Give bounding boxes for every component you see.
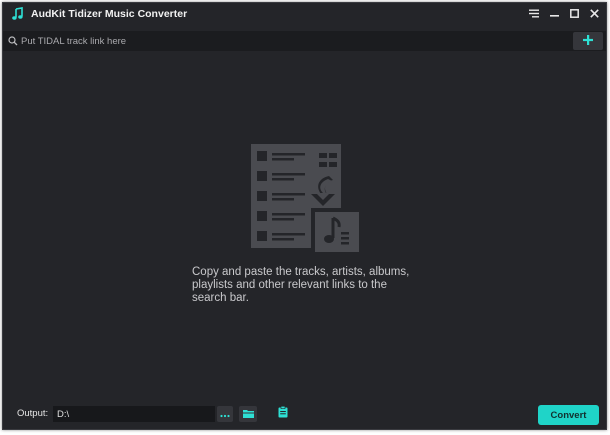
add-link-button[interactable] xyxy=(573,32,603,50)
window-controls xyxy=(524,3,604,25)
empty-state-hint: Copy and paste the tracks, artists, albu… xyxy=(192,266,410,304)
title-bar: AudKit Tidizer Music Converter xyxy=(3,3,606,25)
plus-icon xyxy=(583,32,593,50)
output-path-field[interactable] xyxy=(53,406,215,422)
close-button[interactable] xyxy=(584,4,604,24)
app-title: AudKit Tidizer Music Converter xyxy=(31,8,188,20)
history-button[interactable] xyxy=(276,406,290,422)
playlist-music-icon xyxy=(249,142,361,254)
app-window: AudKit Tidizer Music Converter Put TIDAL… xyxy=(2,2,607,430)
minimize-icon xyxy=(549,5,559,23)
minimize-button[interactable] xyxy=(544,4,564,24)
maximize-button[interactable] xyxy=(564,4,584,24)
output-label: Output: xyxy=(17,408,49,419)
search-bar xyxy=(3,31,606,51)
convert-button[interactable]: Convert xyxy=(538,405,599,425)
search-input[interactable] xyxy=(19,32,573,50)
search-icon xyxy=(7,35,19,47)
open-folder-button[interactable] xyxy=(239,406,257,422)
history-list-icon xyxy=(278,405,288,423)
ellipsis-icon xyxy=(220,405,230,423)
menu-button[interactable] xyxy=(524,4,544,24)
menu-icon xyxy=(529,5,539,23)
folder-icon xyxy=(242,405,254,423)
music-note-logo-icon xyxy=(11,7,25,21)
close-icon xyxy=(589,5,599,23)
maximize-icon xyxy=(569,5,579,23)
browse-more-button[interactable] xyxy=(217,406,233,422)
